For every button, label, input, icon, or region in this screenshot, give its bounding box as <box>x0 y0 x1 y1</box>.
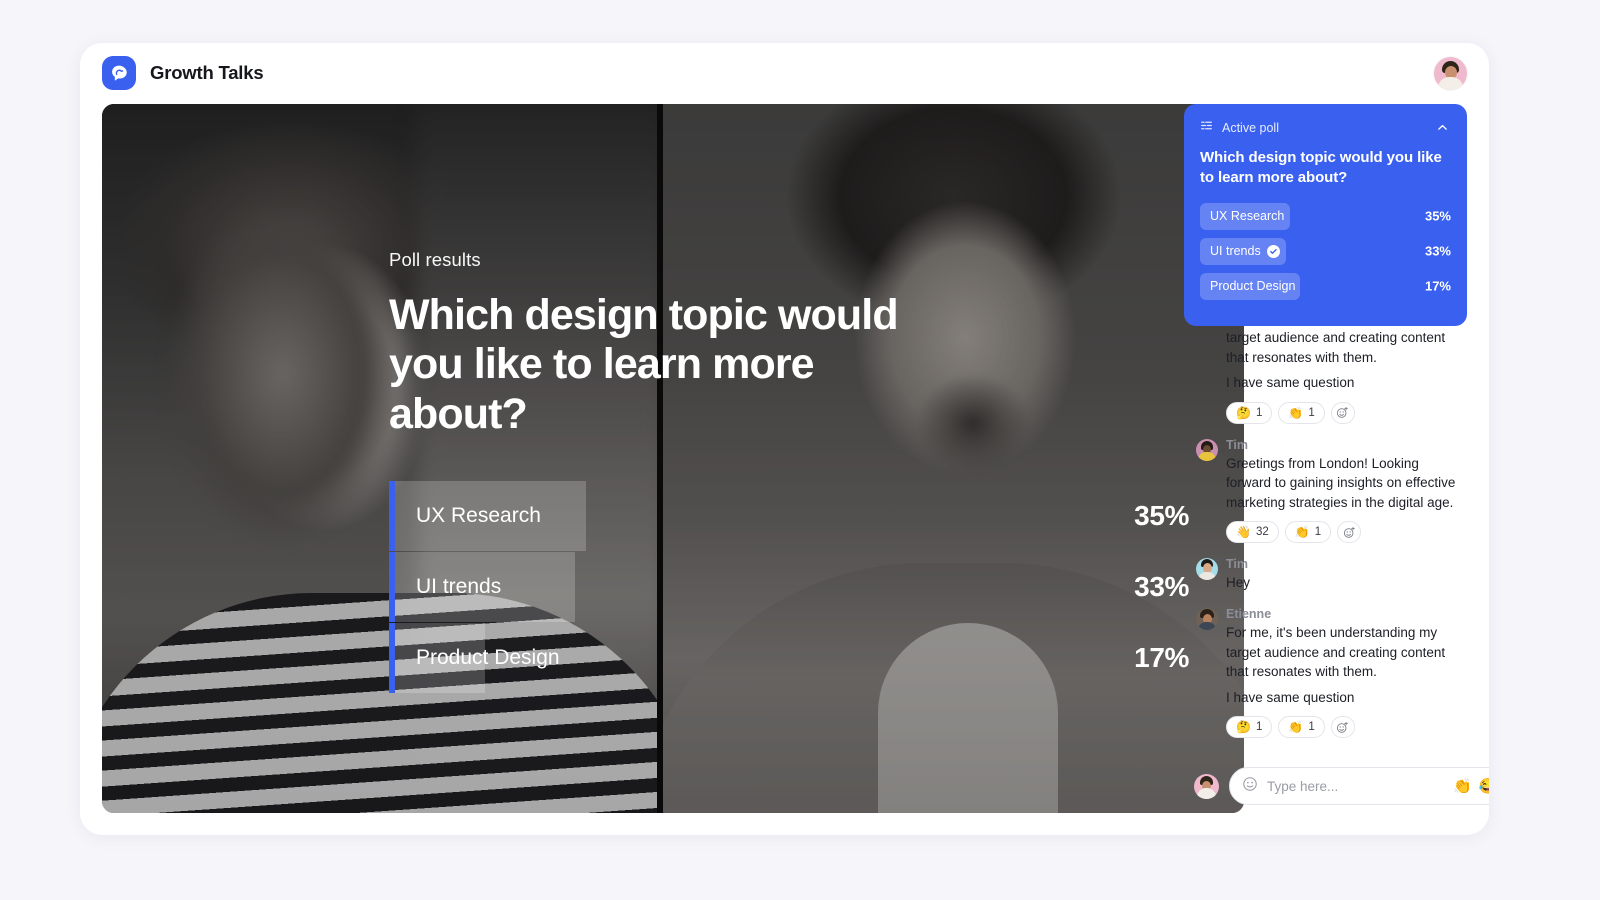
poll-results-overlay: Poll results Which design topic would yo… <box>389 249 1189 694</box>
avatar[interactable] <box>1196 607 1218 630</box>
chat-message: Tim Greetings from London! Looking forwa… <box>1184 438 1467 544</box>
chat-message-text: I have same question <box>1226 689 1355 705</box>
active-poll-label: Active poll <box>1222 121 1279 135</box>
chat-message-text: Hey <box>1226 575 1251 591</box>
avatar[interactable] <box>1196 558 1218 581</box>
right-rail: Active poll Which design topic would you… <box>1184 104 1489 813</box>
joy-face-quick-reaction[interactable]: 😂 <box>1479 779 1489 794</box>
chat-message-text: Greetings from London! Looking forward t… <box>1226 455 1456 510</box>
poll-results-bar-percent: 33% <box>1134 571 1189 603</box>
active-poll-options: UX Research 35% UI trends 33% Product De… <box>1200 202 1451 300</box>
active-poll-option-label: UX Research <box>1210 209 1285 223</box>
check-circle-icon <box>1266 244 1280 258</box>
clapping-hands-icon: 👏 <box>1288 405 1304 420</box>
reaction-count: 1 <box>1314 526 1322 539</box>
chat-message-text: For me, it's been understanding my targe… <box>1226 624 1446 680</box>
active-poll-option-label-wrap: Product Design <box>1200 279 1295 293</box>
active-poll-option-label: Product Design <box>1210 279 1296 293</box>
thinking-face-reaction-chip[interactable]: 🤔 1 <box>1226 401 1273 424</box>
active-poll-option-percent: 17% <box>1424 278 1451 294</box>
clapping-hands-quick-reaction[interactable]: 👏 <box>1453 779 1472 794</box>
chat-composer: 👏 😂 🔥 <box>1184 767 1489 805</box>
video-stage[interactable]: Poll results Which design topic would yo… <box>102 104 1244 813</box>
chat-bubble-arrow-logo-icon <box>102 56 136 90</box>
clapping-hands-reaction-chip[interactable]: 👏 1 <box>1278 401 1325 424</box>
poll-results-bars: UX Research 35% UI trends 33% Product De… <box>389 481 1189 694</box>
clapping-hands-icon: 👏 <box>1294 525 1310 540</box>
poll-results-bar-label: UX Research <box>416 504 541 528</box>
chat-message-input[interactable] <box>1267 778 1444 794</box>
chat-message-reactions: 🤔 1 👏 1 <box>1226 716 1467 739</box>
chat-message-reactions: 🤔 1 👏 1 <box>1226 401 1467 424</box>
app-title: Growth Talks <box>150 62 264 83</box>
reaction-count: 32 <box>1255 526 1269 539</box>
chat-message-author: Etienne <box>1226 606 1272 621</box>
reaction-count: 1 <box>1308 406 1315 419</box>
clapping-hands-reaction-chip[interactable]: 👏 1 <box>1278 716 1325 739</box>
active-poll-option-label: UI trends <box>1210 244 1261 258</box>
app-header: Growth Talks <box>80 43 1489 103</box>
thinking-face-icon: 🤔 <box>1236 405 1251 420</box>
poll-results-bar-percent: 35% <box>1134 500 1189 532</box>
chat-message: target audience and creating content tha… <box>1184 328 1467 424</box>
smiley-icon[interactable] <box>1242 776 1258 797</box>
header-user-avatar[interactable] <box>1434 57 1467 90</box>
waving-hand-reaction-chip[interactable]: 👋 32 <box>1226 521 1279 544</box>
poll-results-bar-label: UI trends <box>416 575 502 599</box>
active-poll-option-percent: 33% <box>1424 243 1451 259</box>
avatar[interactable] <box>1196 438 1218 461</box>
composer-user-avatar[interactable] <box>1194 773 1219 799</box>
reaction-count: 1 <box>1255 406 1263 419</box>
chat-message-list[interactable]: target audience and creating content tha… <box>1184 316 1467 776</box>
poll-results-kicker: Poll results <box>389 249 481 270</box>
chat-message-author: Tim <box>1226 557 1248 572</box>
add-reaction-icon[interactable] <box>1337 521 1362 544</box>
active-poll-option[interactable]: Product Design 17% <box>1200 272 1451 300</box>
poll-results-bar: Product Design 17% <box>389 623 1189 694</box>
thinking-face-reaction-chip[interactable]: 🤔 1 <box>1226 716 1273 739</box>
active-poll-option-percent: 35% <box>1424 208 1451 224</box>
chat-message: Tim Hey <box>1184 557 1467 593</box>
brand[interactable]: Growth Talks <box>102 56 264 90</box>
active-poll-header: Active poll <box>1200 118 1451 138</box>
chat-message-text: target audience and creating content tha… <box>1226 330 1446 365</box>
chat-message: Etienne For me, it's been understanding … <box>1184 606 1467 739</box>
quick-reactions: 👏 😂 🔥 <box>1453 779 1489 794</box>
active-poll-question: Which design topic would you like to lea… <box>1200 149 1442 187</box>
chat-message-text: I have same question <box>1226 375 1355 391</box>
poll-results-bar-percent: 17% <box>1134 642 1189 674</box>
active-poll-option[interactable]: UI trends 33% <box>1200 237 1451 265</box>
poll-results-bar-label: Product Design <box>416 646 560 670</box>
chat-message-author: Tim <box>1226 437 1248 452</box>
active-poll-option-label-wrap: UI trends <box>1200 244 1280 258</box>
clapping-hands-reaction-chip[interactable]: 👏 1 <box>1284 521 1332 544</box>
reaction-count: 1 <box>1308 721 1315 734</box>
add-reaction-icon[interactable] <box>1330 401 1355 424</box>
active-poll-panel: Active poll Which design topic would you… <box>1184 104 1467 326</box>
clapping-hands-icon: 👏 <box>1288 720 1304 735</box>
app-window: Growth Talks Poll results Which design t… <box>80 43 1489 835</box>
waving-hand-icon: 👋 <box>1236 525 1251 540</box>
reaction-count: 1 <box>1255 721 1263 734</box>
poll-results-bar: UX Research 35% <box>389 481 1189 552</box>
active-poll-option[interactable]: UX Research 35% <box>1200 202 1451 230</box>
poll-list-icon <box>1200 119 1213 137</box>
poll-results-heading: Which design topic would you like to lea… <box>389 291 899 438</box>
chat-message-reactions: 👋 32 👏 1 <box>1226 521 1467 544</box>
thinking-face-icon: 🤔 <box>1236 720 1251 735</box>
composer-input-box[interactable]: 👏 😂 🔥 <box>1229 767 1489 805</box>
add-reaction-icon[interactable] <box>1330 716 1355 739</box>
active-poll-option-label-wrap: UX Research <box>1200 209 1284 223</box>
poll-results-bar: UI trends 33% <box>389 552 1189 623</box>
chevron-up-icon[interactable] <box>1433 118 1451 136</box>
